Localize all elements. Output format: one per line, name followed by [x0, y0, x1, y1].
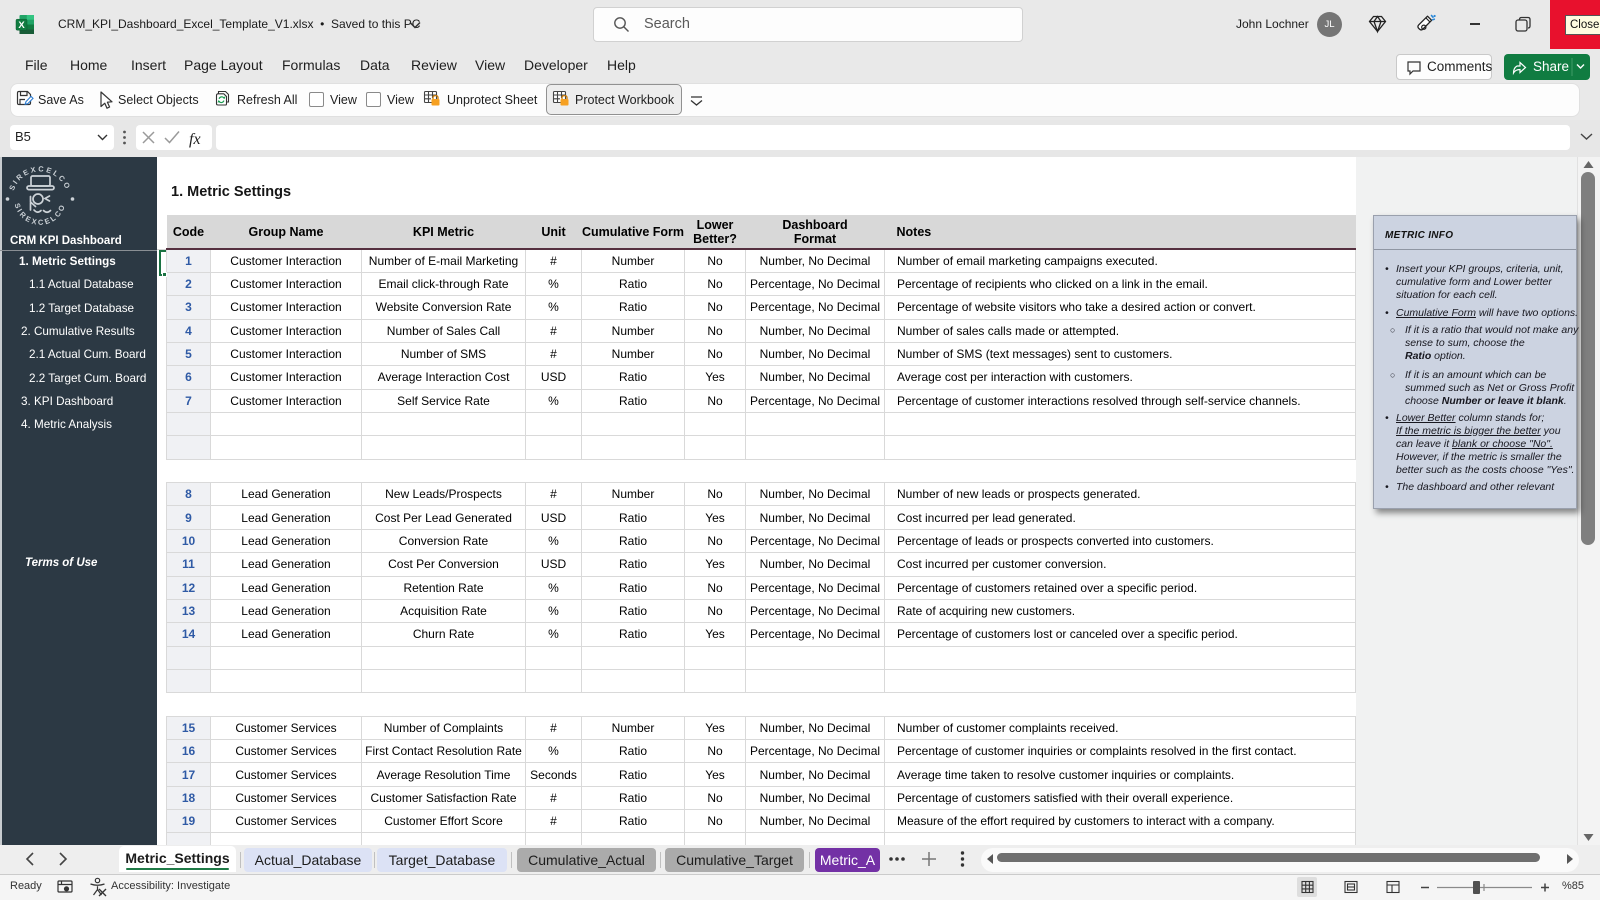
svg-text:X: X: [18, 20, 25, 31]
svg-text:fx: fx: [189, 131, 201, 148]
